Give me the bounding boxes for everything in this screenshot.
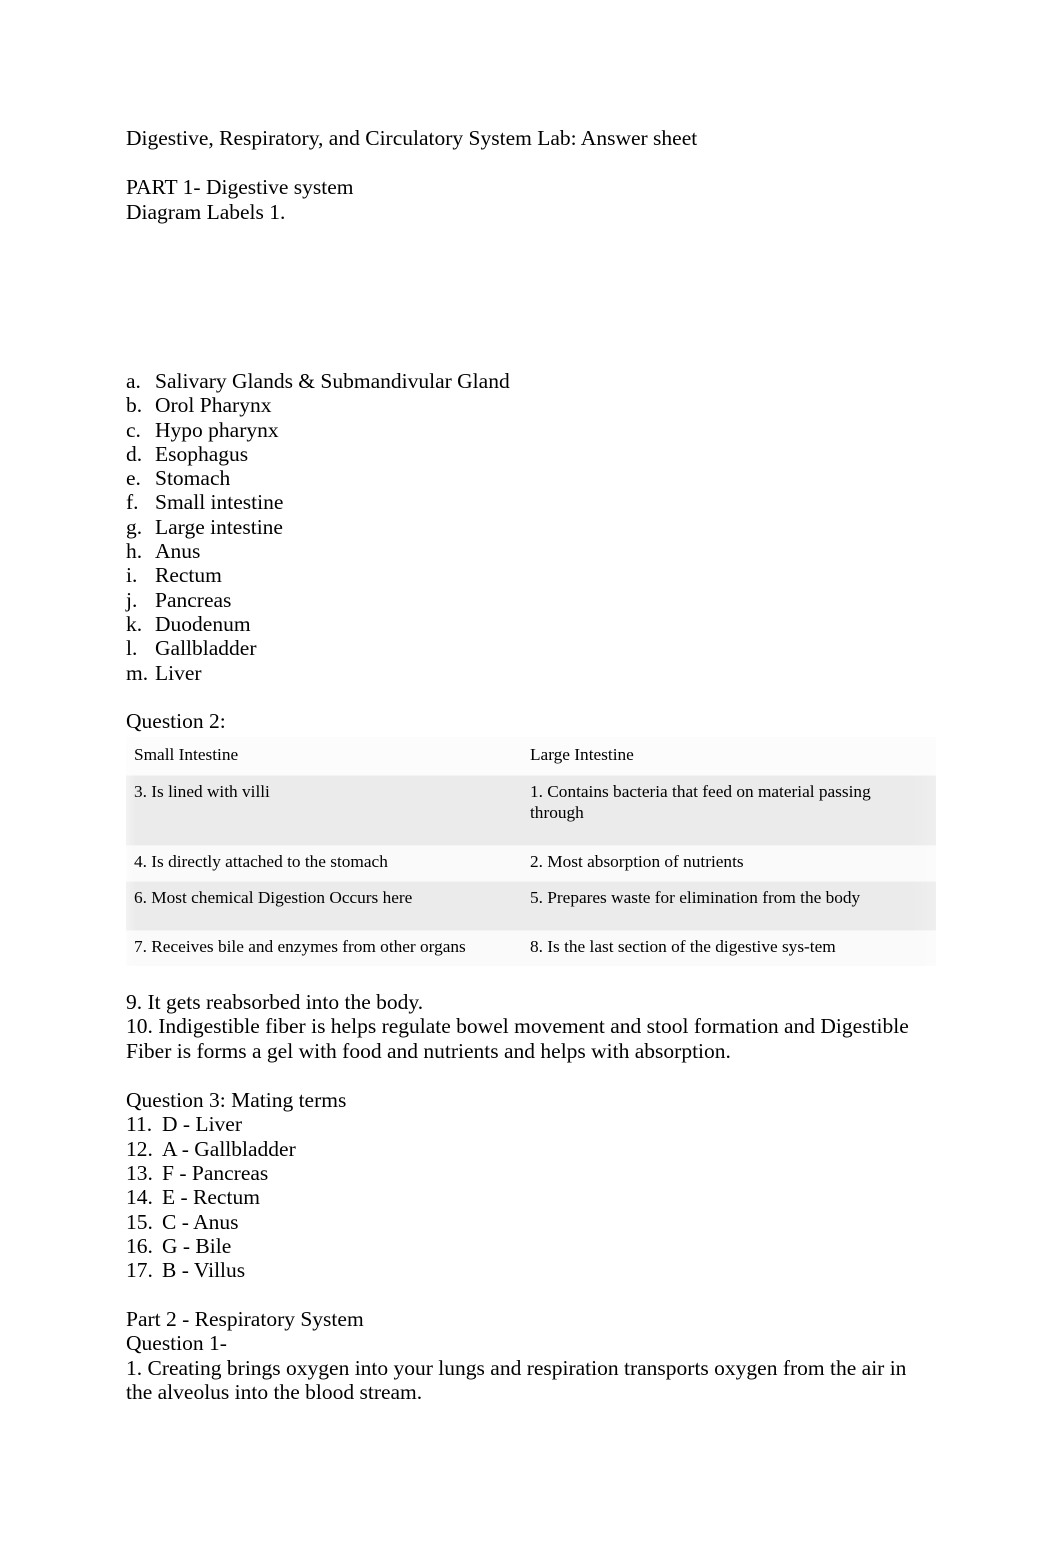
list-item-label: Large intestine [155, 514, 283, 539]
list-marker: c. [126, 417, 141, 442]
list-marker: 13. [126, 1160, 153, 1185]
list-marker: 15. [126, 1209, 153, 1234]
list-item: j. Pancreas [126, 588, 936, 612]
table-row: 6. Most chemical Digestion Occurs here 5… [126, 881, 936, 932]
table-row: 3. Is lined with villi 1. Contains bacte… [126, 775, 936, 847]
list-item: 14. E - Rectum [126, 1185, 936, 1209]
list-item-label: F - Pancreas [162, 1160, 269, 1185]
small-vs-large-intestine-table-wrapper: Small Intestine Large Intestine 3. Is li… [110, 726, 1032, 978]
list-item: a. Salivary Glands & Submandivular Gland [126, 369, 936, 393]
list-item-label: Duodenum [155, 611, 251, 636]
diagram-labels-heading: Diagram Labels 1. [126, 199, 286, 224]
question-2-label: Question 2: [126, 709, 226, 734]
column-header-large-intestine: Large Intestine [522, 736, 936, 777]
list-item: b. Orol Pharynx [126, 393, 936, 417]
part2-answer-1: 1. Creating brings oxygen into your lung… [126, 1355, 907, 1405]
list-marker: g. [126, 514, 143, 539]
list-marker: m. [126, 660, 149, 685]
list-item: g. Large intestine [126, 515, 936, 539]
list-item-label: Hypo pharynx [155, 417, 279, 442]
list-marker: e. [126, 466, 141, 491]
list-item: l. Gallbladder [126, 636, 936, 660]
list-item-label: C - Anus [162, 1209, 239, 1234]
table-cell: 4. Is directly attached to the stomach [126, 845, 522, 882]
answer-9: 9. It gets reabsorbed into the body. [126, 989, 424, 1014]
list-item-label: E - Rectum [162, 1185, 260, 1210]
column-header-small-intestine: Small Intestine [126, 736, 522, 777]
list-item-label: A - Gallbladder [162, 1136, 296, 1161]
list-item-label: D - Liver [162, 1112, 242, 1137]
list-marker: 17. [126, 1258, 153, 1283]
list-marker: j. [126, 587, 138, 612]
list-item: 17. B - Villus [126, 1258, 936, 1282]
list-marker: b. [126, 393, 143, 418]
list-item-label: Stomach [155, 466, 231, 491]
list-marker: 11. [126, 1112, 153, 1137]
list-item-label: Pancreas [155, 587, 232, 612]
document-page: Digestive, Respiratory, and Circulatory … [0, 0, 1062, 1561]
list-item-label: Small intestine [155, 490, 284, 515]
table-cell: 7. Receives bile and enzymes from other … [126, 930, 522, 966]
list-item: f. Small intestine [126, 490, 936, 514]
list-marker: d. [126, 441, 143, 466]
digestive-system-diagram-image [126, 224, 646, 369]
table-cell: 2. Most absorption of nutrients [522, 845, 936, 882]
list-marker: 14. [126, 1185, 153, 1210]
list-item-label: Rectum [155, 563, 222, 588]
table-cell: 8. Is the last section of the digestive … [522, 930, 936, 966]
list-item: k. Duodenum [126, 612, 936, 636]
list-marker: 12. [126, 1136, 153, 1161]
list-marker: a. [126, 369, 141, 393]
table-cell: 6. Most chemical Digestion Occurs here [126, 881, 522, 932]
table-cell: 5. Prepares waste for elimination from t… [522, 881, 936, 932]
question-3-label: Question 3: Mating terms [126, 1087, 347, 1112]
list-marker: i. [126, 563, 138, 588]
list-item-label: Anus [155, 539, 201, 564]
list-marker: l. [126, 636, 138, 661]
small-vs-large-intestine-table: Small Intestine Large Intestine 3. Is li… [126, 736, 936, 966]
list-item-label: B - Villus [162, 1258, 246, 1283]
list-item: i. Rectum [126, 563, 936, 587]
list-item: 11. D - Liver [126, 1112, 936, 1136]
list-item: 13. F - Pancreas [126, 1161, 936, 1185]
list-item-label: G - Bile [162, 1233, 232, 1258]
table-cell: 1. Contains bacteria that feed on materi… [522, 775, 936, 847]
list-item-label: Gallbladder [155, 636, 257, 661]
list-item-label: Orol Pharynx [155, 393, 272, 418]
list-item: 15. C - Anus [126, 1210, 936, 1234]
list-marker: 16. [126, 1233, 153, 1258]
part2-heading: Part 2 - Respiratory System [126, 1306, 364, 1331]
list-item: m. Liver [126, 661, 936, 685]
list-item: 12. A - Gallbladder [126, 1137, 936, 1161]
matching-terms-list: 11. D - Liver 12. A - Gallbladder 13. F - P… [126, 1112, 936, 1282]
list-item: 16. G - Bile [126, 1234, 936, 1258]
table-header-row: Small Intestine Large Intestine [126, 736, 936, 777]
table-row: 4. Is directly attached to the stomach 2… [126, 845, 936, 882]
list-item: d. Esophagus [126, 442, 936, 466]
answer-10: 10. Indigestible fiber is helps regulate… [126, 1014, 909, 1063]
list-item-label: Salivary Glands & Submandivular Gland [155, 369, 510, 393]
table-cell: 3. Is lined with villi [126, 775, 522, 847]
list-marker: k. [126, 611, 143, 636]
list-item-label: Liver [155, 660, 202, 685]
list-item-label: Esophagus [155, 441, 249, 466]
list-item: e. Stomach [126, 466, 936, 490]
list-marker: f. [126, 490, 139, 515]
diagram-label-list: a. Salivary Glands & Submandivular Gland … [126, 369, 936, 685]
list-item: h. Anus [126, 539, 936, 563]
document-title: Digestive, Respiratory, and Circulatory … [126, 126, 698, 150]
part2-question-1-label: Question 1- [126, 1331, 227, 1356]
list-item: c. Hypo pharynx [126, 418, 936, 442]
table-row: 7. Receives bile and enzymes from other … [126, 930, 936, 966]
list-marker: h. [126, 539, 143, 564]
part1-heading: PART 1- Digestive system [126, 175, 354, 199]
